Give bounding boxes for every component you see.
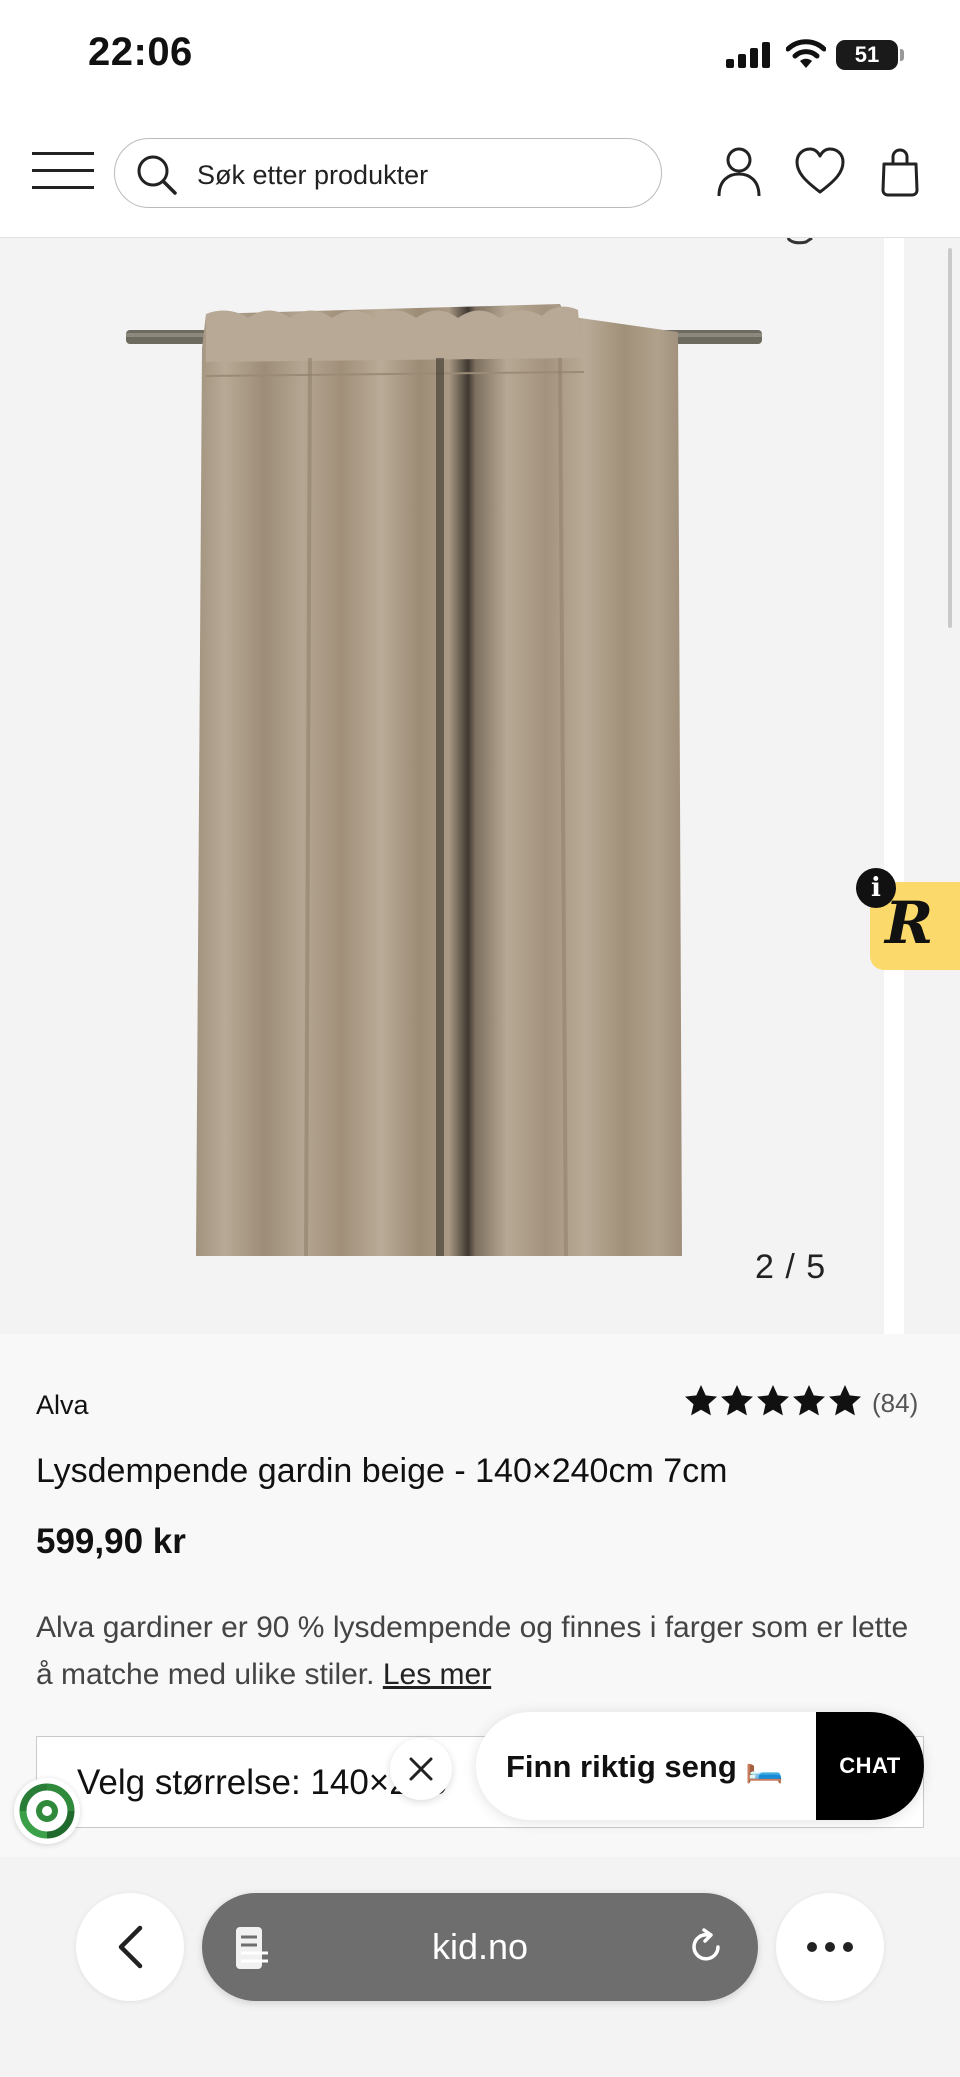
product-image[interactable]	[0, 238, 884, 1334]
curtain-illustration	[126, 238, 813, 1257]
close-icon	[409, 1757, 433, 1781]
close-chat-button[interactable]	[390, 1738, 452, 1800]
battery-icon: 51	[836, 40, 898, 70]
product-description: Alva gardiner er 90 % lysdempende og fin…	[36, 1604, 916, 1698]
address-bar[interactable]: kid.no	[202, 1893, 758, 2001]
user-icon[interactable]	[716, 146, 762, 198]
more-options-button[interactable]	[776, 1893, 884, 2001]
clock: 22:06	[88, 30, 193, 74]
menu-icon[interactable]	[32, 148, 94, 194]
back-button[interactable]	[76, 1893, 184, 2001]
rating-stars[interactable]	[684, 1384, 862, 1416]
search-placeholder: Søk etter produkter	[197, 160, 429, 190]
more-dots-icon	[807, 1942, 853, 1952]
browser-toolbar: kid.no	[0, 1857, 960, 2077]
chat-button[interactable]: CHAT	[816, 1712, 924, 1820]
search-icon	[137, 155, 177, 195]
reload-icon[interactable]	[686, 1927, 726, 1967]
star-icon	[793, 1385, 825, 1416]
star-icon	[829, 1385, 861, 1416]
product-price: 599,90 kr	[36, 1522, 186, 1561]
gallery-counter: 2 / 5	[755, 1248, 827, 1286]
recycle-icon	[19, 1783, 75, 1839]
info-icon[interactable]: i	[856, 868, 896, 908]
search-input[interactable]: Søk etter produkter	[114, 138, 662, 208]
battery-tip	[900, 49, 904, 61]
product-title: Lysdempende gardin beige - 140×240cm 7cm	[36, 1452, 728, 1490]
bag-icon[interactable]	[880, 146, 920, 198]
url-text[interactable]: kid.no	[202, 1893, 758, 2001]
product-gallery[interactable]: 2 / 5 R i	[0, 238, 960, 1334]
eco-badge-icon[interactable]	[14, 1778, 80, 1844]
chevron-left-icon	[118, 1925, 143, 1969]
scrollbar[interactable]	[948, 248, 952, 628]
heart-icon[interactable]	[794, 146, 846, 196]
read-more-link[interactable]: Les mer	[383, 1658, 491, 1691]
wifi-icon	[786, 39, 826, 68]
product-info: Alva (84) Lysdempende gardin beige - 140…	[0, 1334, 960, 1857]
site-header: Søk etter produkter	[0, 110, 960, 238]
chat-prompt[interactable]: Finn riktig seng 🛏️	[506, 1748, 784, 1785]
chat-widget[interactable]: Finn riktig seng 🛏️ CHAT	[476, 1712, 924, 1820]
star-icon	[757, 1385, 789, 1416]
star-icon	[721, 1385, 753, 1416]
review-count[interactable]: (84)	[872, 1388, 918, 1419]
star-icon	[685, 1385, 717, 1416]
product-brand[interactable]: Alva	[36, 1390, 89, 1421]
cellular-signal-icon	[726, 42, 770, 68]
status-bar: 22:06 51	[0, 0, 960, 110]
